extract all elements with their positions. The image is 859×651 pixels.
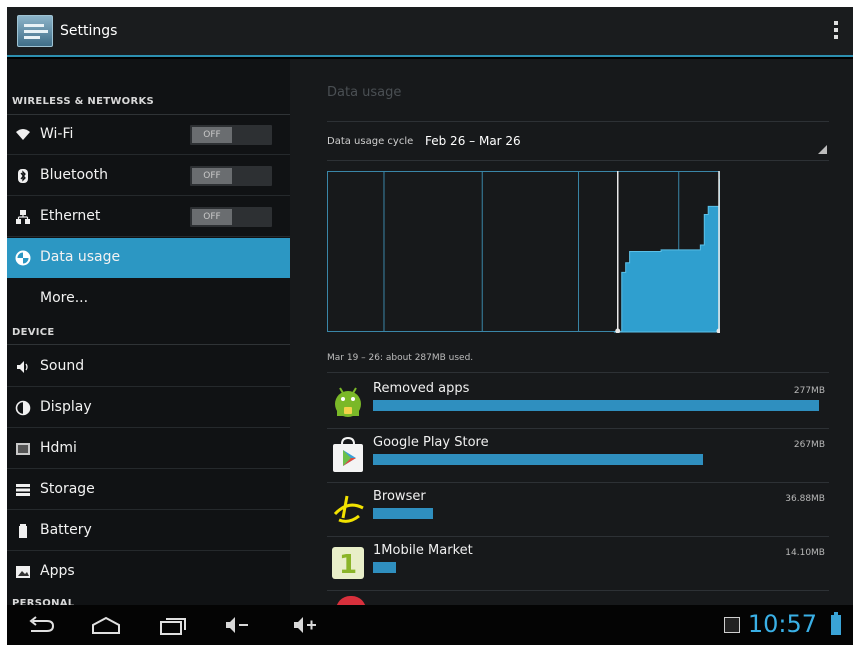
range-start-dot [615,328,621,333]
section-header-device: DEVICE [12,327,55,338]
svg-text:1: 1 [339,550,357,580]
browser-icon [329,490,367,528]
usage-track [373,400,819,411]
wifi-icon [15,127,31,143]
storage-icon [15,482,31,498]
ethernet-icon [15,209,31,225]
app-name: Browser [373,489,426,504]
volume-up-button[interactable] [290,613,320,637]
usage-bar [373,562,397,573]
battery-icon [15,523,31,539]
sidebar-item-label: More... [40,290,89,306]
bluetooth-icon [15,168,31,184]
app-row[interactable]: Removed apps 277MB [327,375,829,429]
usage-bar [373,400,819,411]
app-name: Google Play Store [373,435,489,450]
screenshot-icon[interactable] [724,617,740,633]
home-button[interactable] [89,613,123,637]
apps-icon [15,564,31,580]
sidebar-item-label: Storage [40,481,95,497]
sidebar-item-bluetooth[interactable]: Bluetooth OFF [7,156,290,196]
ethernet-toggle[interactable]: OFF [190,207,272,227]
sidebar-item-wifi[interactable]: Wi-Fi OFF [7,115,290,155]
app-name: 1Mobile Market [373,543,473,558]
usage-track [373,508,819,519]
display-icon [15,400,31,416]
sidebar-item-more[interactable]: More... [7,279,290,319]
usage-track [373,562,819,573]
system-nav-bar: 10:57 [7,605,853,645]
hdmi-icon [15,441,31,457]
overflow-menu-icon[interactable] [833,21,839,41]
sidebar-item-ethernet[interactable]: Ethernet OFF [7,197,290,237]
settings-app-icon[interactable] [17,15,53,47]
settings-sidebar: WIRELESS & NETWORKS Wi-Fi OFF Bluetooth … [7,59,290,609]
sidebar-item-label: Apps [40,563,75,579]
sidebar-item-hdmi[interactable]: Hdmi [7,429,290,469]
app-size: 267MB [793,440,825,450]
sidebar-item-label: Ethernet [40,208,101,224]
app-name: Removed apps [373,381,470,396]
bluetooth-toggle[interactable]: OFF [190,166,272,186]
sidebar-item-label: Hdmi [40,440,77,456]
app-row[interactable]: Google Play Store 267MB [327,429,829,483]
app-size: 36.88MB [785,494,825,504]
app-row[interactable]: 1 1Mobile Market 14.10MB [327,537,829,591]
action-bar: Settings [7,7,853,57]
speaker-icon [15,359,31,375]
sidebar-item-label: Display [40,399,92,415]
sidebar-item-battery[interactable]: Battery [7,511,290,551]
app-row[interactable]: Browser 36.88MB [327,483,829,537]
sidebar-item-label: Wi-Fi [40,126,74,142]
tablet-screen: Settings WIRELESS & NETWORKS Wi-Fi OFF B… [7,7,853,645]
clock: 10:57 [747,610,817,638]
play-store-icon [329,436,367,474]
sidebar-item-storage[interactable]: Storage [7,470,290,510]
usage-bar [373,454,704,465]
sidebar-item-label: Bluetooth [40,167,108,183]
android-icon [329,382,367,420]
dropdown-arrow-icon[interactable] [818,145,827,154]
cycle-selector[interactable]: Feb 26 – Mar 26 [425,134,521,148]
sidebar-item-data-usage[interactable]: Data usage [7,238,290,278]
data-usage-icon [15,250,31,266]
page-title: Data usage [327,85,402,100]
battery-status-icon [831,612,841,635]
wifi-toggle[interactable]: OFF [190,125,272,145]
data-usage-panel: Data usage Data usage cycle Feb 26 – Mar… [290,59,853,610]
app-title: Settings [60,23,118,39]
usage-area [613,179,720,333]
back-button[interactable] [25,613,57,637]
cycle-label: Data usage cycle [327,136,414,147]
sidebar-item-apps[interactable]: Apps [7,552,290,592]
sidebar-item-sound[interactable]: Sound [7,347,290,387]
sidebar-item-label: Sound [40,358,85,374]
sidebar-item-label: Battery [40,522,92,538]
toggle-state: OFF [192,209,232,225]
toggle-state: OFF [192,168,232,184]
app-size: 277MB [793,386,825,396]
section-header-wireless: WIRELESS & NETWORKS [12,96,155,107]
1mobile-market-icon: 1 [329,544,367,582]
data-usage-chart[interactable] [327,171,720,333]
sidebar-item-label: Data usage [40,249,121,265]
toggle-state: OFF [192,127,232,143]
volume-down-button[interactable] [222,613,252,637]
app-size: 14.10MB [785,548,825,558]
usage-summary: Mar 19 – 26: about 287MB used. [327,353,474,363]
recent-apps-button[interactable] [157,613,189,637]
usage-bar [373,508,434,519]
sidebar-item-display[interactable]: Display [7,388,290,428]
usage-track [373,454,819,465]
